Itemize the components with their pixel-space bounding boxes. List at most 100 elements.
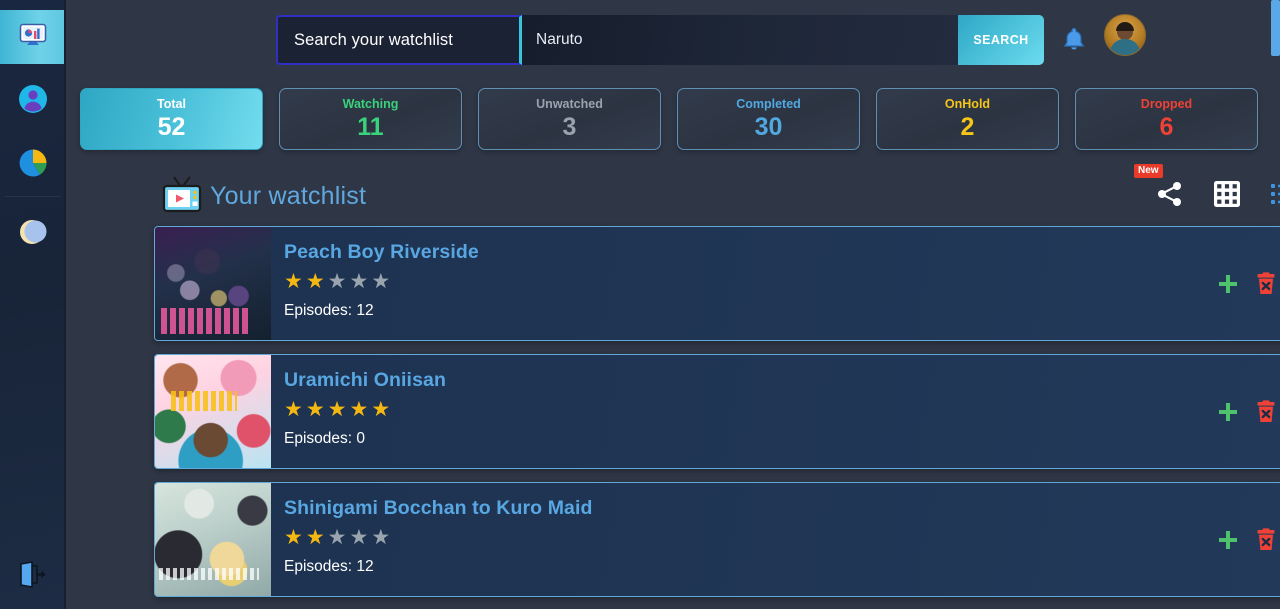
- stat-label: Unwatched: [536, 97, 603, 111]
- trash-delete-icon: [1257, 527, 1275, 550]
- sidebar-item-profile[interactable]: [0, 74, 66, 128]
- rating-stars[interactable]: ★★★★★: [284, 399, 1217, 421]
- search-input[interactable]: [522, 15, 958, 65]
- star-filled[interactable]: ★: [349, 398, 371, 421]
- star-empty[interactable]: ★: [349, 526, 371, 549]
- stat-value: 30: [754, 113, 783, 141]
- star-empty[interactable]: ★: [328, 526, 350, 549]
- sidebar-item-statistics[interactable]: [0, 138, 66, 192]
- sidebar-item-dashboard[interactable]: [0, 10, 66, 64]
- page-title: Your watchlist: [210, 181, 367, 210]
- search-scope-label[interactable]: Search your watchlist: [276, 15, 522, 65]
- stat-card-onhold[interactable]: OnHold 2: [876, 88, 1059, 150]
- tv-icon: [160, 174, 204, 219]
- star-filled[interactable]: ★: [284, 270, 306, 293]
- share-icon: [1156, 180, 1184, 213]
- avatar-hair: [1116, 22, 1134, 31]
- poster-thumbnail[interactable]: [155, 355, 271, 468]
- list-item[interactable]: Uramichi Oniisan ★★★★★ Episodes: 0: [154, 354, 1280, 469]
- stat-label: Watching: [342, 97, 399, 111]
- list-item-info: Peach Boy Riverside ★★★★★ Episodes: 12: [271, 227, 1217, 340]
- watchlist-items: Peach Boy Riverside ★★★★★ Episodes: 12 U…: [154, 226, 1280, 609]
- star-empty[interactable]: ★: [371, 270, 393, 293]
- add-button[interactable]: [1217, 273, 1239, 295]
- list-item[interactable]: Peach Boy Riverside ★★★★★ Episodes: 12: [154, 226, 1280, 341]
- stat-value: 2: [960, 113, 975, 141]
- stats-row: Total 52 Watching 11 Unwatched 3 Complet…: [80, 88, 1280, 150]
- plus-icon: [1219, 274, 1237, 293]
- avatar[interactable]: [1104, 14, 1146, 56]
- trash-delete-icon: [1257, 399, 1275, 422]
- list-item-title[interactable]: Shinigami Bocchan to Kuro Maid: [284, 497, 1217, 520]
- share-new-badge: New: [1134, 163, 1163, 178]
- plus-icon: [1219, 530, 1237, 549]
- star-filled[interactable]: ★: [328, 398, 350, 421]
- stat-card-total[interactable]: Total 52: [80, 88, 263, 150]
- sidebar-item-theme[interactable]: [0, 207, 66, 261]
- search-bar: Search your watchlist SEARCH: [276, 15, 1044, 65]
- sidebar-item-logout[interactable]: [0, 551, 66, 603]
- list-item-title[interactable]: Uramichi Oniisan: [284, 369, 1217, 392]
- topbar: Search your watchlist SEARCH: [66, 0, 1280, 80]
- stat-card-watching[interactable]: Watching 11: [279, 88, 462, 150]
- add-button[interactable]: [1217, 529, 1239, 551]
- stat-value: 52: [157, 113, 186, 141]
- stat-label: OnHold: [944, 97, 991, 111]
- stat-label: Completed: [736, 97, 801, 111]
- list-item-title[interactable]: Peach Boy Riverside: [284, 241, 1217, 264]
- list-item[interactable]: Shinigami Bocchan to Kuro Maid ★★★★★ Epi…: [154, 482, 1280, 597]
- stat-card-unwatched[interactable]: Unwatched 3: [478, 88, 661, 150]
- stat-value: 11: [357, 113, 384, 141]
- moon-icon: [18, 217, 48, 252]
- search-button[interactable]: SEARCH: [958, 15, 1044, 65]
- star-empty[interactable]: ★: [349, 270, 371, 293]
- list-item-info: Shinigami Bocchan to Kuro Maid ★★★★★ Epi…: [271, 483, 1217, 596]
- star-filled[interactable]: ★: [306, 270, 328, 293]
- episodes-label: Episodes: 12: [284, 558, 374, 575]
- dashboard-monitor-icon: [19, 23, 47, 52]
- star-filled[interactable]: ★: [306, 398, 328, 421]
- delete-button[interactable]: [1255, 527, 1277, 552]
- star-filled[interactable]: ★: [284, 398, 306, 421]
- list-view-icon: [1270, 181, 1280, 212]
- add-button[interactable]: [1217, 401, 1239, 423]
- star-filled[interactable]: ★: [306, 526, 328, 549]
- delete-button[interactable]: [1255, 271, 1277, 296]
- grid-view-icon: [1212, 179, 1242, 214]
- stat-label: Total: [157, 97, 186, 111]
- list-view-button[interactable]: [1270, 181, 1280, 212]
- stat-card-completed[interactable]: Completed 30: [677, 88, 860, 150]
- poster-thumbnail[interactable]: [155, 483, 271, 596]
- pie-chart-icon: [18, 148, 48, 183]
- list-item-info: Uramichi Oniisan ★★★★★ Episodes: 0: [271, 355, 1217, 468]
- delete-button[interactable]: [1255, 399, 1277, 424]
- avatar-body: [1110, 39, 1140, 55]
- episodes-label: Episodes: 0: [284, 430, 365, 447]
- star-empty[interactable]: ★: [328, 270, 350, 293]
- grid-view-button[interactable]: [1212, 179, 1242, 214]
- sidebar-divider: [5, 196, 61, 197]
- rating-stars[interactable]: ★★★★★: [284, 271, 1217, 293]
- list-item-actions: [1217, 227, 1280, 340]
- rating-stars[interactable]: ★★★★★: [284, 527, 1217, 549]
- star-filled[interactable]: ★: [284, 526, 306, 549]
- trash-delete-icon: [1257, 271, 1275, 294]
- logout-icon: [18, 560, 48, 594]
- list-item-actions: [1217, 355, 1280, 468]
- episodes-label: Episodes: 12: [284, 302, 374, 319]
- star-empty[interactable]: ★: [371, 526, 393, 549]
- main-content: Search your watchlist SEARCH Total: [66, 0, 1280, 609]
- stat-value: 3: [562, 113, 577, 141]
- poster-thumbnail[interactable]: [155, 227, 271, 340]
- share-button[interactable]: New: [1134, 163, 1184, 213]
- stat-card-dropped[interactable]: Dropped 6: [1075, 88, 1258, 150]
- stat-value: 6: [1159, 113, 1174, 141]
- watchlist-header: Your watchlist New: [160, 163, 1280, 219]
- star-filled[interactable]: ★: [371, 398, 393, 421]
- notification-bell-icon[interactable]: [1061, 26, 1087, 59]
- user-profile-icon: [18, 84, 48, 119]
- scrollbar-thumb[interactable]: [1271, 0, 1280, 56]
- stat-label: Dropped: [1140, 97, 1193, 111]
- sidebar: [0, 0, 66, 609]
- plus-icon: [1219, 402, 1237, 421]
